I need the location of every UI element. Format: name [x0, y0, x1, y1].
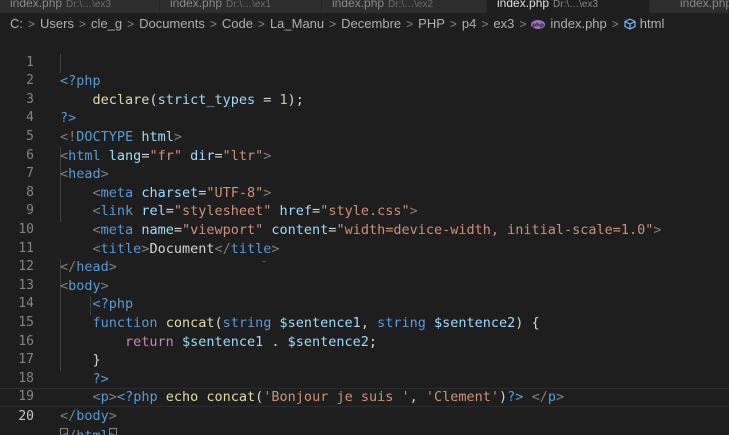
breadcrumb-item[interactable]: Users: [40, 16, 74, 31]
code-line: 18 <p><?php echo concat('Bonjour je suis…: [0, 351, 729, 406]
code-line: 9 <meta name="viewport" content="width=d…: [0, 184, 729, 238]
vscode-window: index.php Dr:\…\ex3 index.php Dr:\…\ex1 in…: [0, 0, 729, 435]
breadcrumb-item[interactable]: La_Manu: [270, 16, 324, 31]
chevron-right-icon: >: [329, 17, 337, 31]
breadcrumb-file[interactable]: php index.php: [531, 16, 607, 31]
code-line: 2 declare(strict_types = 1);: [0, 54, 729, 108]
chevron-right-icon: >: [611, 17, 619, 31]
code-line: 16 }: [0, 314, 729, 369]
tab-path: Dr:\…\ex2: [388, 0, 434, 10]
code-line: 7 <meta charset="UTF-8">: [0, 147, 729, 201]
breadcrumb-item[interactable]: Decembre: [341, 16, 401, 31]
code-line-current: 20 </html>: [0, 388, 729, 435]
tab-path: Dr:\…\ex1: [226, 0, 272, 10]
chevron-right-icon: >: [519, 17, 527, 31]
editor-tab[interactable]: index.php Dr:\…\ex2: [322, 0, 487, 13]
symbol-cube-icon: [624, 18, 636, 30]
code-line: 1 <?php: [0, 35, 729, 90]
php-file-icon: php: [531, 20, 546, 29]
chevron-right-icon: >: [209, 17, 217, 31]
tab-label: index.php: [170, 0, 223, 10]
chevron-right-icon: >: [481, 17, 489, 31]
editor-tab[interactable]: index.php Dr:\…\ex3: [0, 0, 160, 13]
breadcrumb-symbol[interactable]: html: [624, 16, 665, 31]
code-line: 5 <html lang="fr" dir="ltr">: [0, 109, 729, 164]
breadcrumb-item[interactable]: cle_g: [91, 16, 122, 31]
tab-path: Dr:\…\ex3: [66, 0, 112, 10]
breadcrumb-item[interactable]: PHP: [418, 16, 445, 31]
svg-text:php: php: [532, 23, 544, 29]
code-line: 10 <title>Document</title>: [0, 202, 729, 257]
tab-label: index.php: [497, 0, 550, 10]
code-line: 11 </head>: [0, 221, 729, 276]
tab-label: index.php: [332, 0, 385, 10]
breadcrumb-symbol-label: html: [639, 16, 665, 31]
editor-tab-strip: index.php Dr:\…\ex3 index.php Dr:\…\ex1 in…: [0, 0, 729, 13]
line-number: 20: [18, 408, 34, 424]
breadcrumb-item[interactable]: Code: [222, 16, 253, 31]
tab-label: index.php: [10, 0, 63, 10]
breadcrumb-file-label: index.php: [550, 16, 607, 31]
code-editor[interactable]: 1 <?php 2 declare(strict_types = 1); 3 ?…: [0, 35, 729, 435]
tab-label: index.php: [680, 0, 729, 10]
breadcrumb: C: > Users > cle_g > Documents > Code > La_Manu > De…: [0, 13, 729, 35]
chevron-right-icon: >: [78, 17, 86, 31]
mouse-cursor: ⁻: [261, 259, 268, 270]
code-line: 8 <link rel="stylesheet" href="style.css…: [0, 165, 729, 220]
editor-tab[interactable]: index.php: [650, 0, 729, 13]
code-line: 19 </body>: [0, 370, 729, 424]
breadcrumb-item[interactable]: C:: [10, 16, 23, 31]
chevron-right-icon: >: [406, 17, 414, 31]
code-line: 13 <?php: [0, 258, 729, 313]
breadcrumb-item[interactable]: p4: [462, 16, 476, 31]
chevron-right-icon: >: [127, 17, 135, 31]
editor-tab-active[interactable]: index.php Dr:\…\ex3: [487, 0, 650, 13]
code-line: 6 <head>: [0, 128, 729, 183]
breadcrumb-item[interactable]: Documents: [139, 16, 205, 31]
editor-tab[interactable]: index.php Dr:\…\ex1: [160, 0, 322, 13]
chevron-right-icon: >: [449, 17, 457, 31]
breadcrumb-item[interactable]: ex3: [493, 16, 514, 31]
tab-path: Dr:\…\ex3: [553, 0, 599, 10]
code-line: 12 <body>: [0, 240, 729, 294]
code-text: </html>: [60, 427, 117, 435]
code-line: 14 function concat(string $sentence1, st…: [0, 277, 729, 331]
code-line: 4 <!DOCTYPE html>: [0, 91, 729, 145]
chevron-right-icon: >: [28, 17, 36, 31]
code-line: 17 ?>: [0, 333, 729, 387]
chevron-right-icon: >: [257, 17, 265, 31]
code-line: 3 ?>: [0, 72, 729, 127]
code-text: </body>: [60, 407, 117, 424]
code-line: 15 return $sentence1 . $sentence2;: [0, 295, 729, 350]
